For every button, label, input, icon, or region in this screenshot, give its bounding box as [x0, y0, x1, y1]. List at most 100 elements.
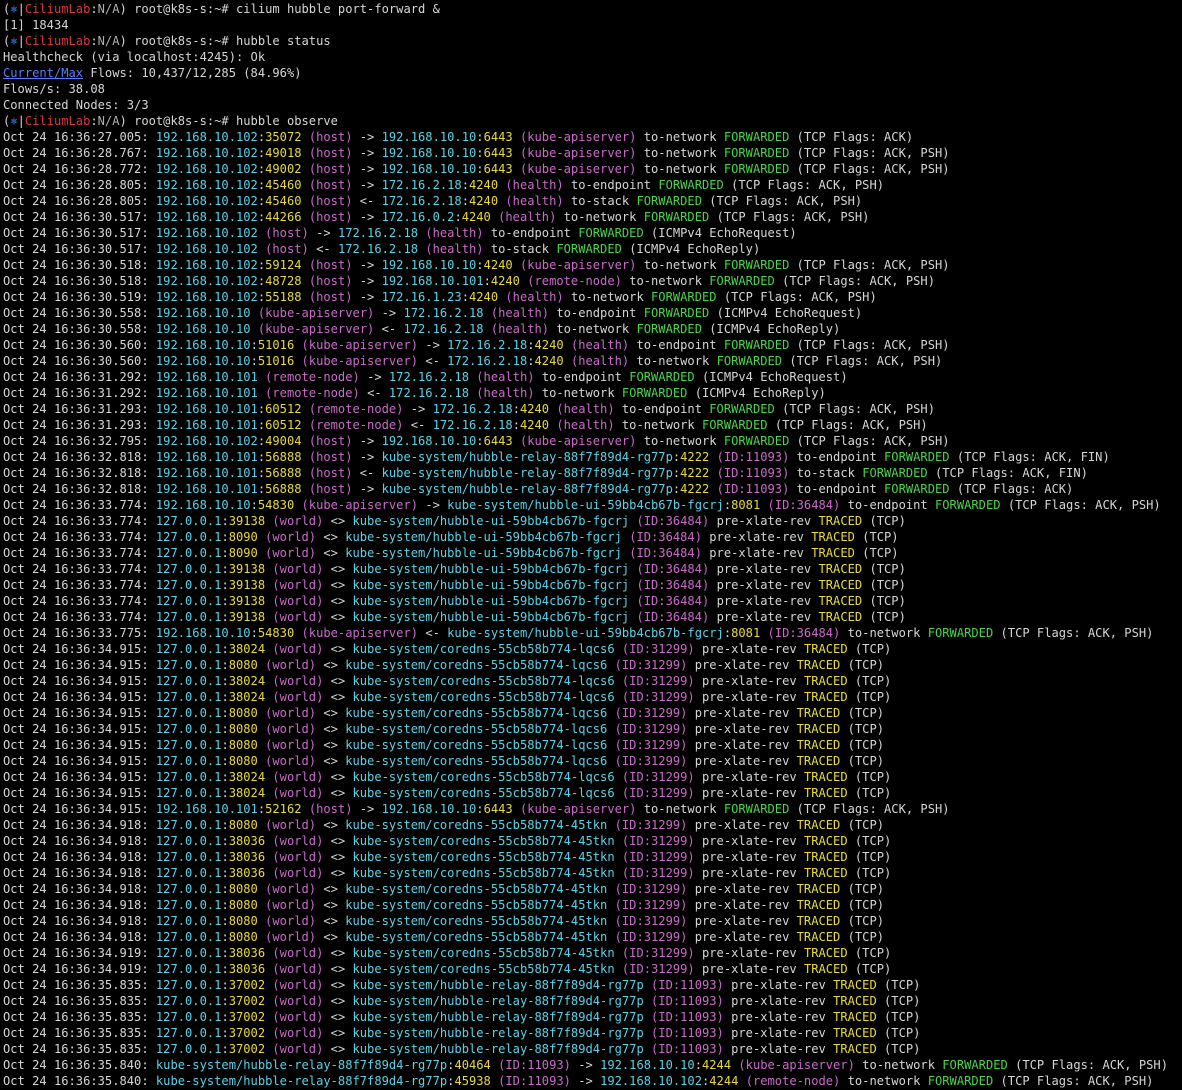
flow-source-port: 8080 — [228, 914, 258, 928]
flow-source-identity: (world) — [272, 1042, 324, 1056]
flow-destination: kube-system/hubble-ui-59bb4cb67b-fgcrj — [447, 626, 724, 640]
flow-log-line: Oct 24 16:36:33.774: 127.0.0.1:39138 (wo… — [3, 513, 1179, 529]
flow-destination: kube-system/coredns-55cb58b774-lqcs6 — [345, 706, 608, 720]
flow-log-line: Oct 24 16:36:34.918: 127.0.0.1:38036 (wo… — [3, 849, 1179, 865]
flow-destination: 172.16.2.18 — [388, 386, 469, 400]
flow-source-identity: (world) — [272, 594, 324, 608]
port-colon: : — [221, 994, 229, 1008]
flow-source-port: 8080 — [228, 722, 258, 736]
prompt-namespace: N/A — [97, 34, 120, 48]
port-colon: : — [221, 930, 229, 944]
flow-log-line: Oct 24 16:36:30.558: 192.168.10.10 (kube… — [3, 305, 1179, 321]
flow-summary: (TCP) — [847, 882, 885, 896]
flow-summary: (TCP Flags: ACK, PSH) — [1000, 626, 1154, 640]
flow-source-identity: (world) — [265, 898, 317, 912]
flow-destination-identity: (health) — [490, 306, 550, 320]
flow-source-identity: (world) — [272, 690, 324, 704]
flow-timestamp: Oct 24 16:36:31.293: — [3, 402, 149, 416]
flow-destination-identity: (ID:31299) — [621, 946, 695, 960]
flow-verdict: TRACED — [796, 818, 841, 832]
flow-log-line: Oct 24 16:36:34.918: 127.0.0.1:8080 (wor… — [3, 817, 1179, 833]
flows-count-text: Flows: 10,437/12,285 (84.96%) — [83, 66, 302, 80]
flow-verdict: FORWARDED — [723, 802, 790, 816]
flow-source-identity: (world) — [272, 770, 324, 784]
flow-verdict: TRACED — [803, 962, 848, 976]
flow-source-identity: (ID:11093) — [498, 1074, 571, 1088]
flow-destination-identity: (health) — [556, 402, 615, 416]
flow-destination: kube-system/coredns-55cb58b774-45tkn — [345, 882, 608, 896]
terminal-window[interactable]: (⎈|CiliumLab:N/A) root@k8s-s:~# cilium h… — [3, 1, 1179, 1089]
flow-source-identity: (host) — [308, 290, 353, 304]
flow-destination-identity: (health) — [570, 338, 630, 352]
flow-summary: (TCP) — [869, 562, 906, 576]
flow-log-line: Oct 24 16:36:31.293: 192.168.10.101: 6051… — [3, 417, 1179, 433]
flow-source-identity: (world) — [272, 562, 324, 576]
flow-verdict: FORWARDED — [709, 402, 775, 416]
flow-summary: (TCP Flags: ACK, PSH) — [796, 802, 950, 816]
flow-direction-arrow: <> — [330, 770, 346, 784]
flow-verdict: FORWARDED — [884, 450, 950, 464]
flow-direction-arrow: -> — [425, 338, 440, 352]
current-max-link[interactable]: Current/Max — [3, 66, 83, 80]
prompt-user-host: root@k8s-s:~# — [134, 34, 236, 48]
flow-destination-identity: (ID:31299) — [621, 770, 695, 784]
port-colon: : — [476, 146, 484, 160]
flow-source: 127.0.0.1 — [155, 642, 222, 656]
flow-direction-arrow: -> — [381, 306, 397, 320]
flow-timestamp: Oct 24 16:36:35.840: — [3, 1074, 149, 1088]
flow-source-port: 39138 — [228, 562, 266, 576]
flow-log-line: Oct 24 16:36:33.774: 127.0.0.1:8090 (wor… — [3, 545, 1179, 561]
flow-source-identity: (host) — [308, 146, 353, 160]
flow-source: 127.0.0.1 — [155, 738, 222, 752]
flow-destination-identity: (health) — [476, 386, 535, 400]
flow-source-port: 37002 — [228, 1026, 266, 1040]
port-colon: : — [221, 594, 229, 608]
flow-summary: (TCP Flags: ACK, PSH) — [796, 146, 950, 160]
flow-destination-port: 8081 — [731, 626, 761, 640]
flow-summary: (TCP Flags: ACK, PSH) — [716, 210, 870, 224]
flow-destination-identity: (ID:31299) — [614, 914, 688, 928]
flow-timestamp: Oct 24 16:36:30.558: — [3, 306, 149, 320]
flow-destination: kube-system/coredns-55cb58b774-45tkn — [345, 914, 608, 928]
flow-log-line: Oct 24 16:36:30.560: 192.168.10.10:51016… — [3, 337, 1179, 353]
flow-log-line: Oct 24 16:36:33.774: 127.0.0.1:39138 (wo… — [3, 561, 1179, 577]
flow-direction-arrow: <- — [367, 386, 382, 400]
flow-source-identity: (kube-apiserver) — [301, 498, 419, 512]
flow-timestamp: Oct 24 16:36:34.915: — [3, 722, 149, 736]
flow-source-port: 45460 — [265, 194, 302, 208]
flow-log-line: Oct 24 16:36:35.835: 127.0.0.1:37002 (wo… — [3, 1025, 1179, 1041]
flow-log-line: Oct 24 16:36:30.517: 192.168.10.102: 4426… — [3, 209, 1179, 225]
flow-source-port: 8080 — [228, 930, 258, 944]
port-colon: : — [221, 1042, 229, 1056]
flow-direction-arrow: <> — [330, 690, 346, 704]
